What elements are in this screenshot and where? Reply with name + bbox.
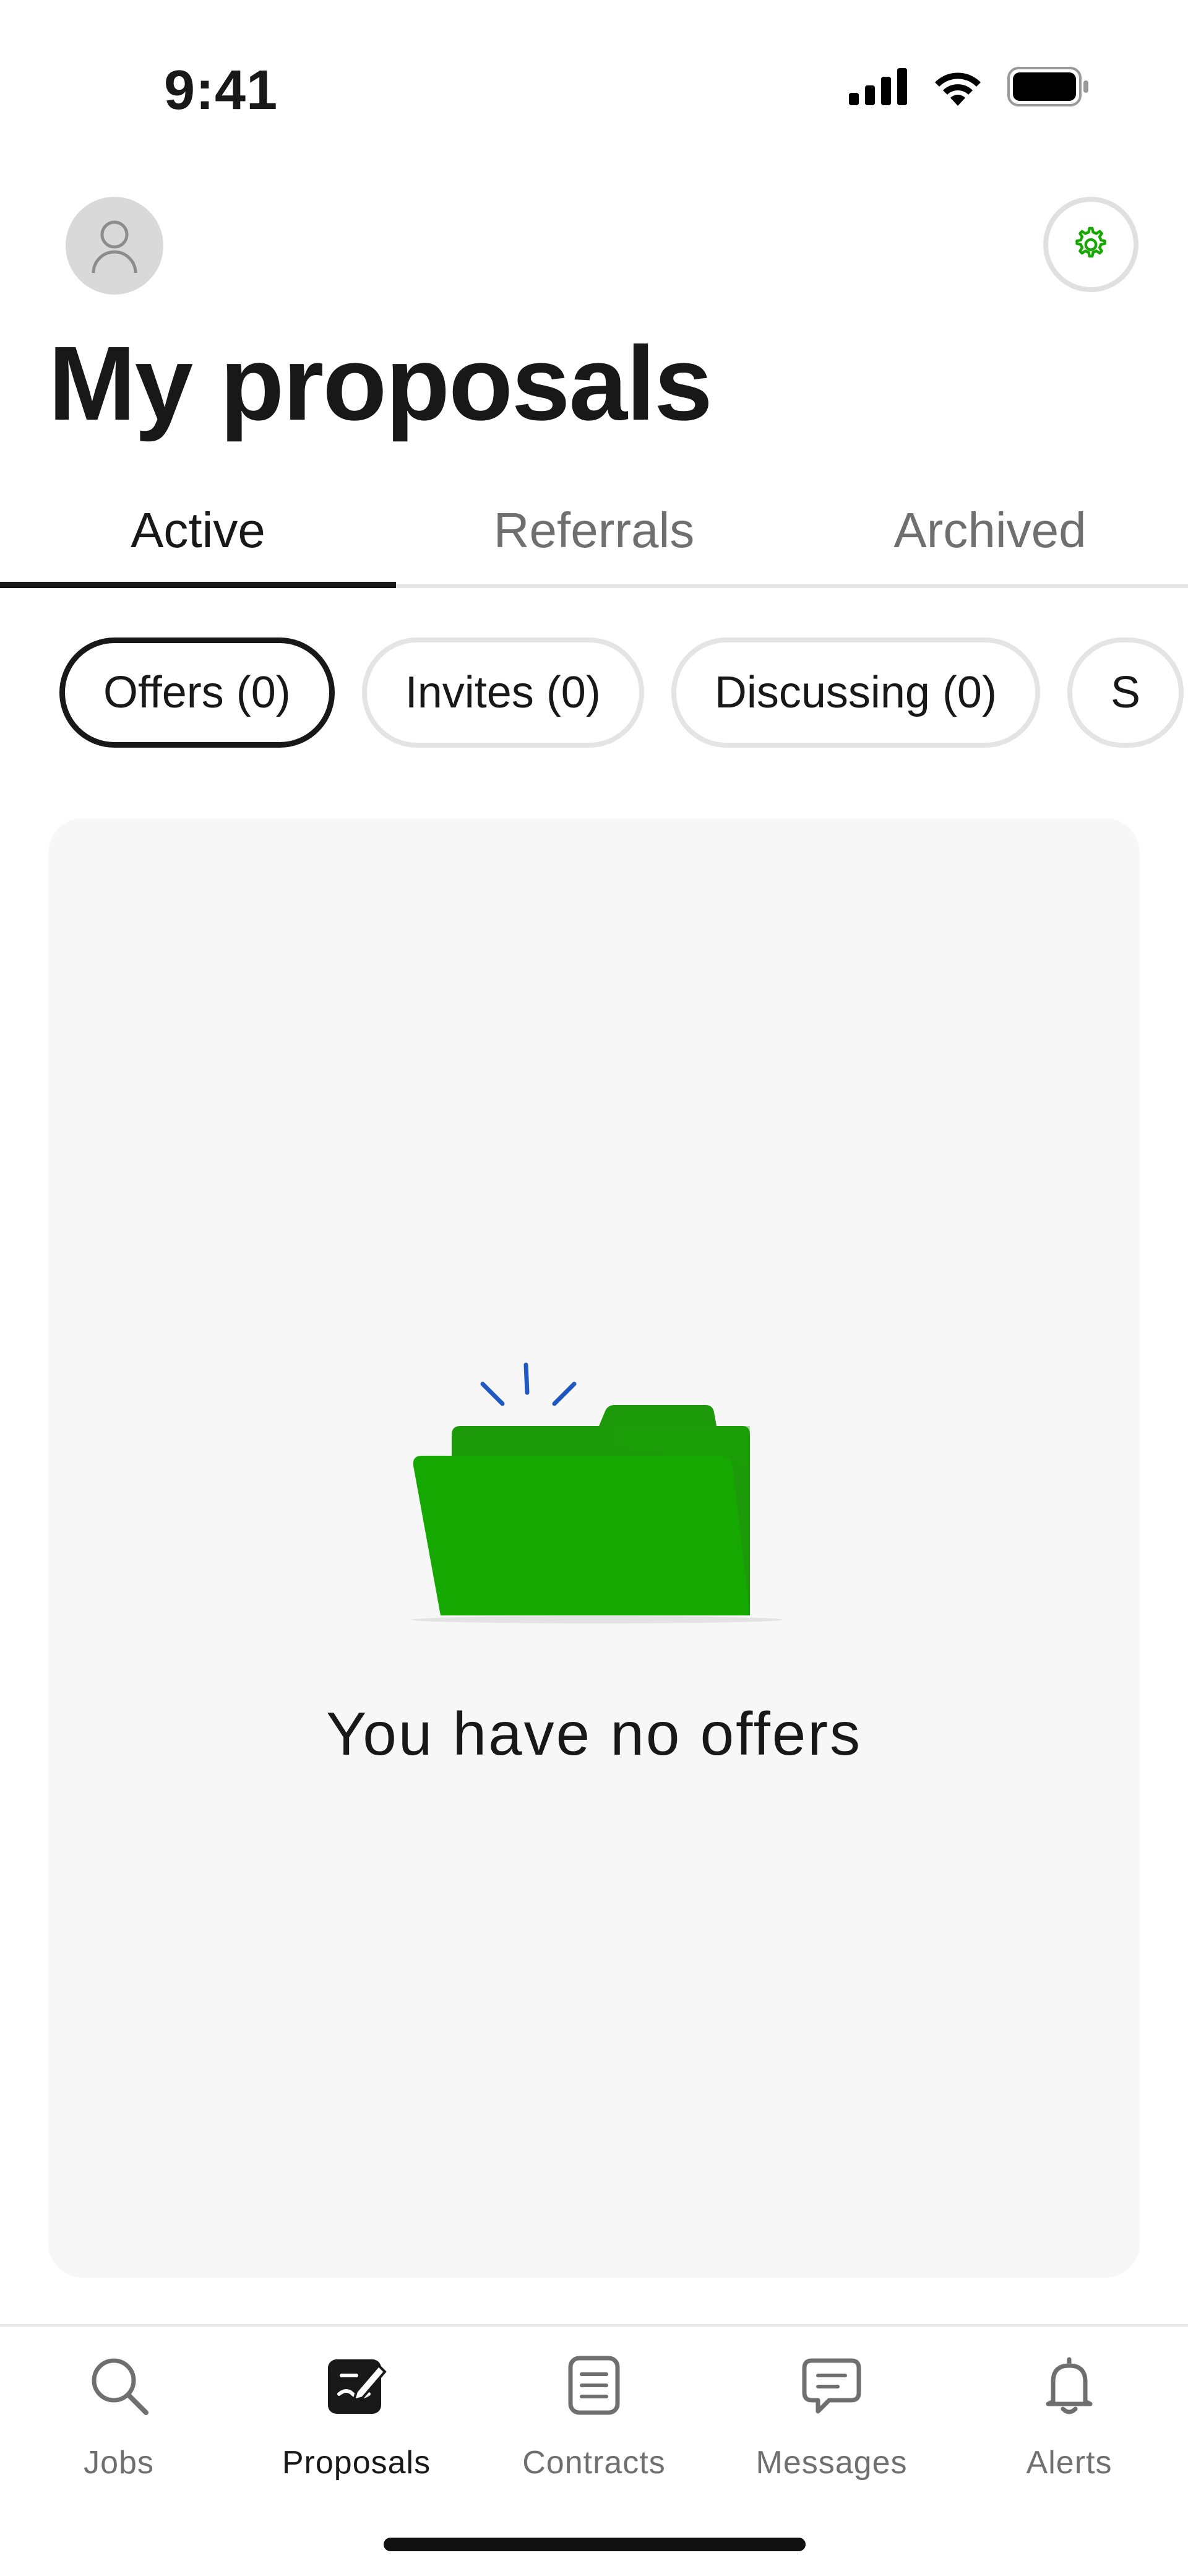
nav-item-proposals[interactable]: Proposals: [238, 2351, 475, 2481]
nav-label: Proposals: [282, 2445, 431, 2481]
nav-item-contracts[interactable]: Contracts: [475, 2351, 713, 2481]
empty-folder-illustration: [411, 1362, 783, 1623]
tab-archived[interactable]: Archived: [792, 477, 1188, 584]
cellular-signal-icon: [849, 68, 907, 105]
user-placeholder-icon: [92, 220, 137, 274]
contract-document-icon: [560, 2351, 628, 2419]
nav-item-alerts[interactable]: Alerts: [950, 2351, 1188, 2481]
nav-label: Messages: [755, 2445, 908, 2481]
nav-item-jobs[interactable]: Jobs: [0, 2351, 238, 2481]
tab-active[interactable]: Active: [0, 477, 396, 584]
tab-bar: Active Referrals Archived: [0, 477, 1188, 588]
chip-invites[interactable]: Invites (0): [361, 638, 644, 748]
nav-label: Contracts: [522, 2445, 666, 2481]
wifi-icon: [935, 72, 981, 106]
filter-chips: Offers (0) Invites (0) Discussing (0) S: [59, 638, 1184, 748]
nav-label: Jobs: [84, 2445, 154, 2481]
proposal-pen-icon: [322, 2351, 390, 2419]
bell-icon: [1035, 2351, 1103, 2419]
active-tab-indicator: [0, 582, 396, 588]
nav-item-messages[interactable]: Messages: [713, 2351, 950, 2481]
search-icon: [85, 2351, 153, 2419]
nav-label: Alerts: [1026, 2445, 1113, 2481]
battery-icon: [1007, 67, 1088, 106]
chat-bubble-icon: [798, 2351, 866, 2419]
chip-partial[interactable]: S: [1067, 638, 1184, 748]
gear-icon: [1075, 227, 1106, 258]
settings-button[interactable]: [1043, 197, 1138, 292]
page-title: My proposals: [48, 325, 713, 443]
tab-referrals[interactable]: Referrals: [396, 477, 792, 584]
chip-offers[interactable]: Offers (0): [59, 638, 335, 748]
status-time: 9:41: [164, 59, 278, 121]
home-indicator: [384, 2538, 806, 2551]
status-icons: [849, 67, 1089, 106]
chip-discussing[interactable]: Discussing (0): [671, 638, 1040, 748]
avatar[interactable]: [66, 197, 163, 295]
empty-state-message: You have no offers: [326, 1700, 862, 1768]
